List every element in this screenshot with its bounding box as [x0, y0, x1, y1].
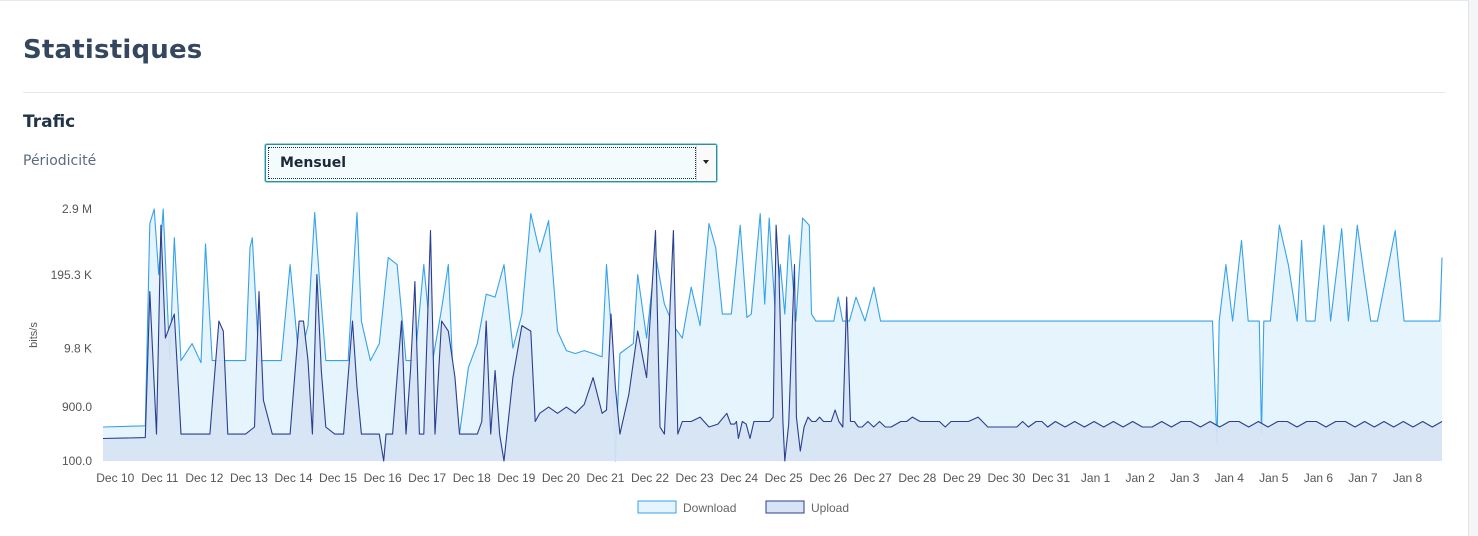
x-tick-label: Dec 20 — [542, 471, 580, 485]
legend-swatch-upload — [765, 500, 805, 514]
periodicity-label: Périodicité — [23, 153, 97, 169]
x-tick-label: Dec 15 — [319, 471, 357, 485]
x-tick-label: Dec 23 — [676, 471, 714, 485]
periodicity-select[interactable]: Mensuel — [265, 144, 717, 182]
x-tick-label: Dec 13 — [230, 471, 268, 485]
x-tick-label: Jan 6 — [1304, 471, 1334, 485]
y-tick-label: 9.8 K — [64, 342, 92, 356]
content-panel: Statistiques Trafic Périodicité Mensuel … — [0, 0, 1469, 536]
x-tick-label: Dec 16 — [364, 471, 402, 485]
x-tick-label: Dec 21 — [586, 471, 624, 485]
x-tick-label: Dec 27 — [854, 471, 892, 485]
y-tick-label: 2.9 M — [62, 202, 92, 216]
x-tick-label: Jan 7 — [1348, 471, 1378, 485]
x-tick-label: Jan 8 — [1393, 471, 1423, 485]
x-tick-label: Dec 12 — [185, 471, 223, 485]
x-tick-label: Jan 5 — [1259, 471, 1289, 485]
x-tick-label: Dec 10 — [96, 471, 134, 485]
x-tick-label: Dec 28 — [898, 471, 936, 485]
x-tick-label: Dec 19 — [497, 471, 535, 485]
y-tick-label: 195.3 K — [51, 268, 92, 282]
x-tick-label: Dec 26 — [809, 471, 847, 485]
y-tick-label: 900.0 — [62, 400, 92, 414]
x-tick-label: Dec 14 — [275, 471, 313, 485]
legend-swatch-download — [637, 500, 677, 514]
x-tick-label: Dec 24 — [720, 471, 758, 485]
x-tick-label: Dec 31 — [1032, 471, 1070, 485]
x-tick-label: Dec 22 — [631, 471, 669, 485]
y-axis-title: bits/s — [28, 322, 40, 348]
y-tick-label: 100.0 — [62, 454, 92, 468]
select-arrow-button[interactable] — [696, 145, 716, 181]
x-tick-label: Dec 25 — [765, 471, 803, 485]
x-tick-label: Dec 17 — [408, 471, 446, 485]
periodicity-selected-value: Mensuel — [280, 155, 346, 171]
traffic-chart: 100.0 900.0 9.8 K 195.3 K 2.9 M bits/s Dec 10 D… — [28, 202, 1443, 515]
legend-label-upload: Upload — [811, 501, 849, 515]
x-tick-label: Dec 30 — [987, 471, 1025, 485]
x-tick-label: Jan 2 — [1125, 471, 1155, 485]
x-tick-label: Dec 18 — [453, 471, 491, 485]
x-tick-label: Jan 1 — [1081, 471, 1111, 485]
title-divider — [23, 92, 1445, 93]
section-title: Trafic — [23, 112, 76, 132]
x-tick-label: Jan 3 — [1170, 471, 1200, 485]
x-tick-label: Dec 29 — [943, 471, 981, 485]
x-tick-label: Jan 4 — [1215, 471, 1245, 485]
x-tick-label: Dec 11 — [141, 471, 178, 485]
page-title: Statistiques — [23, 35, 203, 65]
chevron-down-icon — [703, 160, 709, 164]
legend-label-download: Download — [683, 501, 736, 515]
